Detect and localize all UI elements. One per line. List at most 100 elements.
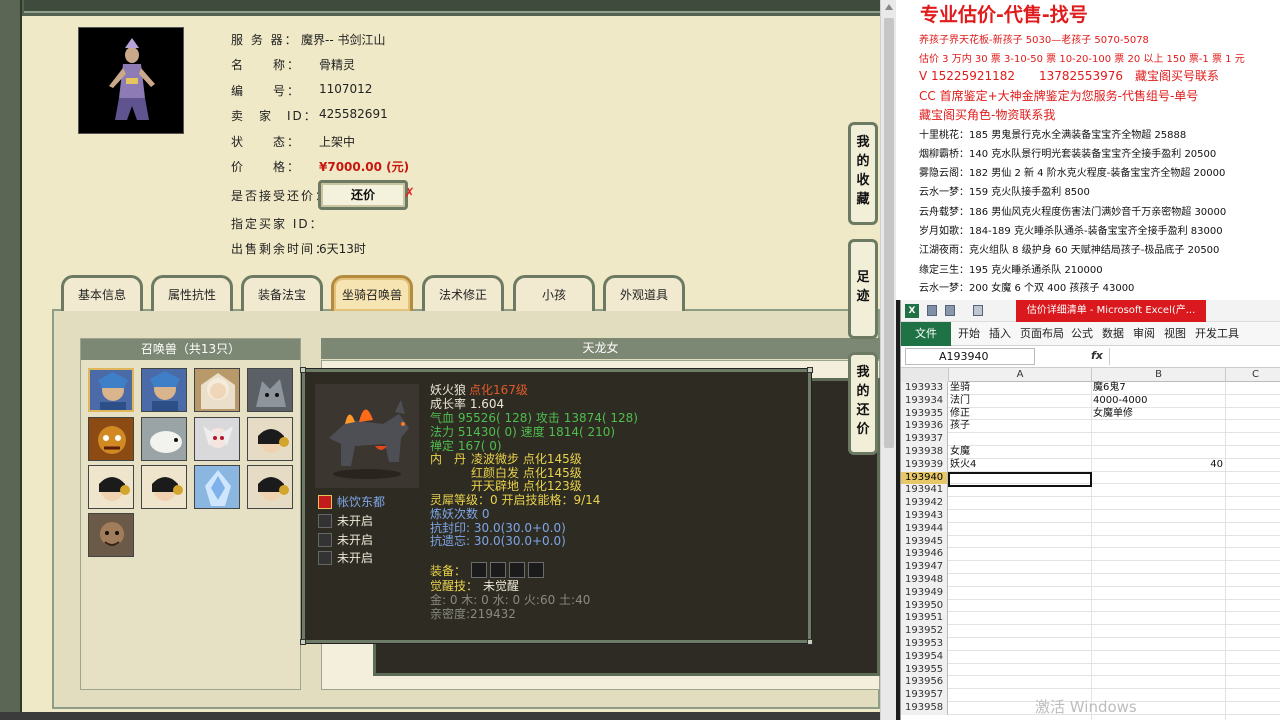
cell-b[interactable]: 4000-4000 <box>1093 395 1225 408</box>
row-number[interactable]: 193934 <box>901 394 948 408</box>
summon-slot[interactable] <box>141 368 187 412</box>
row-number[interactable]: 193952 <box>901 625 948 638</box>
cell-a[interactable]: 修正 <box>950 408 1090 421</box>
summon-slot[interactable] <box>194 465 240 509</box>
equip-slot[interactable] <box>528 562 544 578</box>
seller-row: 卖 家 ID： 425582691 <box>231 107 388 125</box>
summon-slot[interactable] <box>247 368 293 412</box>
name-box[interactable]: A193940 <box>905 348 1035 365</box>
fx-icon[interactable]: fx <box>1091 349 1103 362</box>
row-number[interactable]: 193957 <box>901 689 948 702</box>
tab-spell-mods[interactable]: 法术修正 <box>422 275 504 311</box>
row-number[interactable]: 193951 <box>901 612 948 626</box>
cell-b[interactable]: 40 <box>1093 459 1223 472</box>
counter-offer-button[interactable]: 还价 <box>318 180 408 210</box>
row-number[interactable]: 193939 <box>901 458 948 472</box>
row-number[interactable]: 193942 <box>901 497 948 510</box>
remaining-time-value: 6天13时 <box>319 242 366 256</box>
tab-mounts-summons[interactable]: 坐骑召唤兽 <box>331 275 413 311</box>
row-number[interactable]: 193944 <box>901 522 948 536</box>
skill-icon[interactable] <box>318 514 332 528</box>
row-number[interactable]: 193933 <box>901 382 948 395</box>
server-label: 服 务 器： <box>231 33 299 47</box>
cell-a[interactable]: 妖火4 <box>950 459 1090 472</box>
tab-equipment[interactable]: 装备法宝 <box>241 275 323 311</box>
equip-slot[interactable] <box>471 562 487 578</box>
summon-slot[interactable] <box>247 417 293 461</box>
row-number[interactable]: 193943 <box>901 510 948 523</box>
skill-icon[interactable] <box>318 551 332 565</box>
row-number[interactable]: 193940 <box>901 471 948 485</box>
cell-a[interactable]: 孩子 <box>950 420 1090 433</box>
row-number[interactable]: 193936 <box>901 420 948 434</box>
my-favorites-button[interactable]: 我的收藏 <box>848 122 878 225</box>
ribbon-tab-home[interactable]: 开始 <box>958 322 980 346</box>
ribbon-tab-file[interactable]: 文件 <box>901 322 951 346</box>
row-number[interactable]: 193956 <box>901 676 948 690</box>
my-counter-offers-button[interactable]: 我的还价 <box>848 352 878 455</box>
server-row: 服 务 器： 魔界-- 书剑江山 <box>231 31 385 49</box>
ribbon-tab-developer[interactable]: 开发工具 <box>1195 322 1239 346</box>
footprints-button[interactable]: 足迹 <box>848 239 878 339</box>
summon-slot[interactable] <box>88 417 134 461</box>
select-all-corner[interactable] <box>901 368 949 382</box>
save-icon[interactable] <box>927 305 937 316</box>
summon-slot[interactable] <box>88 368 134 412</box>
cell-a[interactable]: 法门 <box>950 395 1090 408</box>
scrollbar-thumb[interactable] <box>884 18 894 448</box>
tab-attributes[interactable]: 属性抗性 <box>151 275 233 311</box>
column-header-c[interactable]: C <box>1226 368 1280 382</box>
summon-slot[interactable] <box>194 368 240 412</box>
ribbon-tab-data[interactable]: 数据 <box>1102 322 1124 346</box>
promo-line: CC 首席鉴定+大神金牌鉴定为您服务-代售组号-单号 <box>919 89 1199 103</box>
summon-slot[interactable] <box>141 417 187 461</box>
pet-growth: 成长率 1.604 <box>430 397 505 411</box>
tab-children[interactable]: 小孩 <box>513 275 595 311</box>
row-number[interactable]: 193948 <box>901 574 948 587</box>
promo-line: 江湖夜雨：克火组队 8 级护身 60 天赋神结局孩子-极品底子 20500 <box>919 245 1220 256</box>
tab-basic-info[interactable]: 基本信息 <box>61 275 143 311</box>
character-figure <box>79 28 183 133</box>
row-number[interactable]: 193946 <box>901 548 948 562</box>
ribbon-tab-formulas[interactable]: 公式 <box>1071 322 1093 346</box>
summon-slot[interactable] <box>88 465 134 509</box>
row-number[interactable]: 193941 <box>901 484 948 498</box>
ribbon-tab-review[interactable]: 审阅 <box>1133 322 1155 346</box>
intimacy-value: 亲密度:219432 <box>430 607 516 621</box>
cell-b[interactable]: 魔6鬼7 <box>1093 382 1225 395</box>
equip-slot[interactable] <box>509 562 525 578</box>
summon-slot[interactable] <box>88 513 134 557</box>
row-number[interactable]: 193955 <box>901 663 948 677</box>
row-number[interactable]: 193945 <box>901 535 948 549</box>
vertical-scrollbar[interactable] <box>880 0 896 720</box>
column-header-b[interactable]: B <box>1092 368 1226 382</box>
cell-a[interactable]: 女魔 <box>950 446 1090 459</box>
row-number[interactable]: 193949 <box>901 586 948 600</box>
column-header-a[interactable]: A <box>949 368 1092 382</box>
ribbon-tab-insert[interactable]: 插入 <box>989 322 1011 346</box>
equip-slot[interactable] <box>490 562 506 578</box>
excel-window: X 估价详细清单 - Microsoft Excel(产... 文件 开始 插入… <box>900 300 1280 720</box>
undo-icon[interactable] <box>945 305 955 316</box>
ribbon-tab-view[interactable]: 视图 <box>1164 322 1186 346</box>
promo-line: 缘定三生：195 克火睡杀通杀队 210000 <box>919 265 1103 276</box>
skill-icon[interactable] <box>318 533 332 547</box>
ribbon-tab-page-layout[interactable]: 页面布局 <box>1020 322 1064 346</box>
redo-icon[interactable] <box>973 305 983 316</box>
summon-slot[interactable] <box>247 465 293 509</box>
row-number[interactable]: 193938 <box>901 446 948 459</box>
row-number[interactable]: 193937 <box>901 433 948 446</box>
row-number[interactable]: 193954 <box>901 650 948 664</box>
row-number[interactable]: 193947 <box>901 561 948 574</box>
summon-slot[interactable] <box>141 465 187 509</box>
row-number[interactable]: 193958 <box>901 702 948 715</box>
summon-slot[interactable] <box>194 417 240 461</box>
row-number[interactable]: 193935 <box>901 407 948 421</box>
cell-a[interactable]: 坐骑 <box>950 382 1090 395</box>
skill-icon[interactable] <box>318 495 332 509</box>
row-number[interactable]: 193953 <box>901 638 948 651</box>
row-number[interactable]: 193950 <box>901 599 948 613</box>
scroll-up-icon[interactable] <box>885 4 893 10</box>
tab-appearance[interactable]: 外观道具 <box>603 275 685 311</box>
cell-b[interactable]: 女魔单修 <box>1093 408 1225 421</box>
